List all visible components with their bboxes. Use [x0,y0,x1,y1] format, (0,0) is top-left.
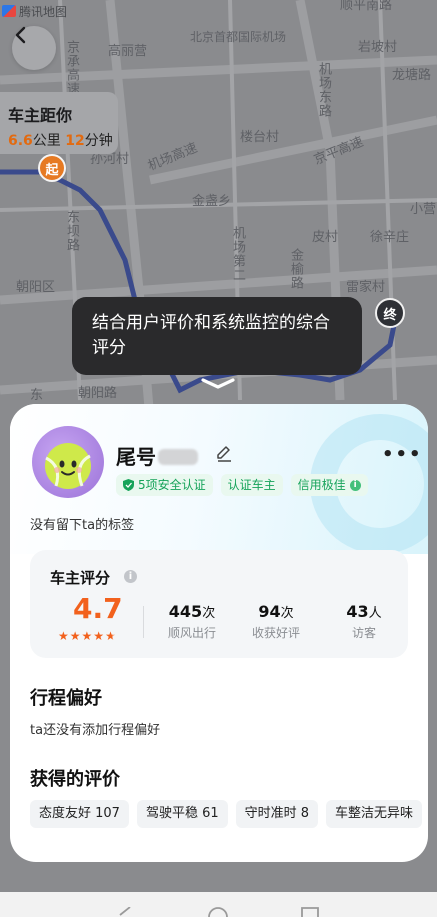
badge-verified-driver[interactable]: 认证车主 [220,474,283,496]
distance-km: 6.6 [8,133,33,149]
star-rating: ★ ★ ★ ★ ★ [58,630,116,642]
info-icon[interactable]: i [124,570,137,583]
badge-credit[interactable]: 信用极佳 i [290,474,368,496]
driver-name: 尾号 [116,441,198,470]
map-label: 金榆路 [288,248,303,290]
badge-safety[interactable]: 5项安全认证 [116,474,213,496]
map-label: 龙塘路 [392,68,432,83]
nav-back-icon[interactable] [116,907,134,917]
star-icon: ★ [58,629,69,643]
map-label: 朝阳区 [16,280,56,295]
map-label: 楼台村 [240,130,280,145]
driver-profile-sheet: 尾号 ••• 5项安全认证 认证车主 信用极佳 i 没有留下ta的标签 车主评分 … [10,404,428,862]
reviews-title: 获得的评价 [30,769,120,790]
star-icon: ★ [69,629,81,643]
review-chip[interactable]: 守时准时 8 [235,800,319,828]
nav-recents-icon[interactable] [301,907,319,917]
tencent-map-logo: 腾讯地图 [2,3,67,20]
review-chip[interactable]: 态度友好 107 [30,800,129,828]
map-attribution: 腾讯地图 [0,0,437,22]
distance-eta: 6.6公里 12分钟 [8,133,113,149]
distance-card: 车主距你 6.6公里 12分钟 [0,92,118,154]
badge-row: 5项安全认证 认证车主 信用极佳 i [116,474,368,496]
back-button[interactable] [12,26,56,70]
nav-home-icon[interactable] [207,907,229,917]
map-label: 高丽营 [108,44,148,59]
map-label: 皮村 [312,230,339,245]
score-tooltip: 结合用户评价和系统监控的综合评分 [72,297,362,375]
map-label: 机场第二 [230,226,245,282]
start-pin: 起 [38,154,66,182]
tag-line: 没有留下ta的标签 [30,518,135,533]
map-label: 雷家村 [346,280,386,295]
shield-check-icon [123,479,134,491]
preference-title: 行程偏好 [30,688,102,709]
rating-value: 4.7 [73,592,123,625]
star-half-icon: ★ [105,629,116,643]
distance-title: 车主距你 [8,106,73,125]
map-label: 徐辛庄 [370,230,410,245]
review-chips[interactable]: 态度友好 107 驾驶平稳 61 守时准时 8 车整洁无异味 [30,800,428,828]
map-label: 北京首都国际机场 [190,30,287,44]
divider [143,606,144,638]
star-icon: ★ [93,629,105,643]
eta-minutes: 12 [65,133,85,149]
stat-good-reviews: 94次 收获好评 [251,602,300,640]
map-label: 东坝路 [64,210,79,252]
score-title: 车主评分 [50,569,111,587]
more-dots-icon[interactable]: ••• [382,444,423,465]
end-pin: 终 [375,298,405,328]
stat-visitors: 43人 访客 [346,602,382,640]
star-icon: ★ [81,629,93,643]
map-label: 东 [30,388,44,403]
map-label: 朝阳路 [78,386,118,401]
map-label: 机场东路 [316,62,331,118]
system-nav-bar [0,892,437,917]
stat-trips: 445次 顺风出行 [167,602,216,640]
chevron-down-icon[interactable] [200,376,236,392]
avatar[interactable] [32,426,104,498]
back-arrow-icon [15,26,26,44]
info-icon: i [349,479,361,491]
tencent-logo-icon [2,5,16,17]
tennis-ball-avatar-icon [45,443,91,489]
masked-plate [158,449,198,465]
preference-text: ta还没有添加行程偏好 [30,723,161,738]
edit-pencil-icon[interactable] [215,444,233,462]
map-label: 小营 [410,202,437,217]
review-chip[interactable]: 车整洁无异味 [326,800,423,828]
review-chip[interactable]: 驾驶平稳 61 [136,800,228,828]
map-label: 金盏乡 [192,194,232,209]
map-label: 京承高速 [64,40,79,96]
map-label: 岩坡村 [358,40,398,55]
score-card: 车主评分 i 4.7 ★ ★ ★ ★ ★ 445次 顺风出行 94次 收获好评 … [30,550,408,658]
